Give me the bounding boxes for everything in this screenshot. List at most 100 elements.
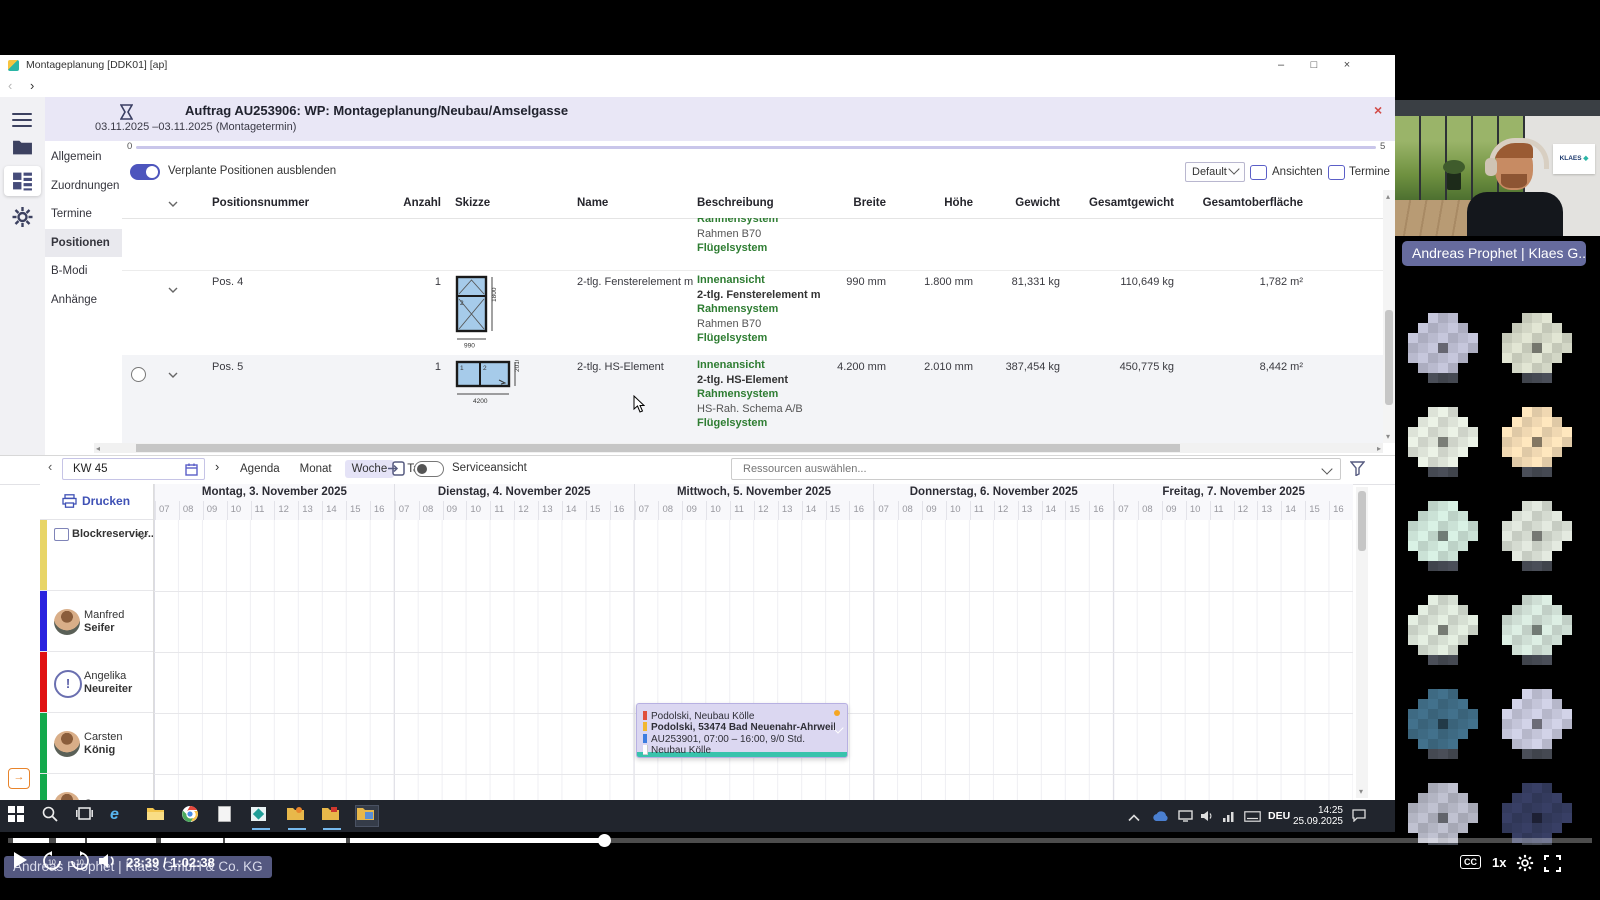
termine-button[interactable]: Termine bbox=[1349, 166, 1390, 178]
resource-row[interactable]: !AngelikaNeureiter bbox=[40, 652, 154, 713]
resource-row[interactable]: CarstenKönig bbox=[40, 713, 154, 774]
playback-speed[interactable]: 1x bbox=[1492, 855, 1506, 870]
sidebar-item-allgemein[interactable]: Allgemein bbox=[45, 143, 122, 171]
scroll-right-icon[interactable]: ▸ bbox=[1377, 444, 1381, 453]
scheduler-grid[interactable] bbox=[154, 520, 1353, 800]
view-woche[interactable]: Woche bbox=[345, 460, 395, 478]
view-dropdown[interactable]: Default bbox=[1185, 162, 1245, 182]
play-button[interactable] bbox=[14, 852, 27, 868]
fullscreen-icon[interactable] bbox=[1544, 855, 1561, 872]
ansichten-button[interactable]: Ansichten bbox=[1272, 166, 1323, 178]
scroll-down-icon[interactable]: ▾ bbox=[1359, 787, 1363, 796]
forward-icon[interactable]: › bbox=[30, 78, 34, 93]
klaes-app-4-icon[interactable] bbox=[356, 806, 378, 826]
resource-select[interactable] bbox=[731, 458, 1341, 480]
scroll-up-icon[interactable]: ▴ bbox=[1386, 192, 1390, 201]
resource-select-input[interactable] bbox=[741, 462, 1305, 476]
settings-gear-icon[interactable] bbox=[1516, 854, 1534, 872]
scroll-left-icon[interactable]: ◂ bbox=[96, 444, 100, 453]
column-header[interactable]: Beschreibung bbox=[697, 197, 774, 209]
scrollbar-thumb[interactable] bbox=[136, 444, 1180, 452]
onedrive-icon[interactable] bbox=[1152, 809, 1174, 829]
column-header[interactable]: Gewicht bbox=[1015, 197, 1060, 209]
forward-10-icon[interactable]: 10 bbox=[70, 851, 90, 871]
close-order-icon[interactable]: × bbox=[1374, 102, 1382, 118]
clock[interactable]: 14:2525.09.2025 bbox=[1293, 805, 1343, 827]
progress-played-segment[interactable] bbox=[87, 838, 156, 843]
column-header[interactable]: Höhe bbox=[944, 197, 973, 209]
calendar-vertical-scrollbar[interactable]: ▾ bbox=[1356, 487, 1368, 798]
resource-row[interactable]: Carmen bbox=[40, 774, 154, 800]
column-header[interactable]: Gesamtgewicht bbox=[1089, 197, 1174, 209]
termine-icon[interactable] bbox=[1328, 165, 1345, 180]
chrome-icon[interactable] bbox=[182, 806, 204, 826]
progress-played-segment[interactable] bbox=[56, 838, 85, 843]
column-header[interactable]: Name bbox=[577, 197, 608, 209]
keyboard-icon[interactable] bbox=[1244, 809, 1266, 829]
hamburger-icon[interactable] bbox=[12, 109, 32, 131]
chevron-up-icon[interactable] bbox=[1128, 809, 1150, 829]
sidebar-item-termine[interactable]: Termine bbox=[45, 200, 122, 228]
maximize-button[interactable]: □ bbox=[1301, 58, 1327, 74]
column-header[interactable]: Skizze bbox=[455, 197, 490, 209]
table-row[interactable]: RahmensystemRahmen B70Flügelsystem bbox=[122, 218, 1383, 271]
minimize-button[interactable]: – bbox=[1268, 58, 1294, 74]
scroll-down-icon[interactable]: ▾ bbox=[1386, 432, 1390, 441]
appointment-tooltip[interactable]: Podolski, Neubau KöllePodolski, 53474 Ba… bbox=[636, 703, 848, 758]
print-button[interactable]: Drucken bbox=[40, 484, 154, 520]
filter-icon[interactable] bbox=[1350, 461, 1365, 476]
grid-icon[interactable] bbox=[12, 171, 33, 191]
language-indicator[interactable]: DEU bbox=[1268, 810, 1290, 822]
volume-icon[interactable] bbox=[98, 853, 118, 869]
prev-week-icon[interactable]: ‹ bbox=[48, 459, 52, 474]
sidebar-item-anhänge[interactable]: Anhänge bbox=[45, 286, 122, 314]
next-week-icon[interactable]: › bbox=[215, 459, 219, 474]
network-icon[interactable] bbox=[1222, 809, 1244, 829]
table-vertical-scrollbar[interactable]: ▴ ▾ bbox=[1383, 190, 1395, 443]
klaes-app-2-icon[interactable] bbox=[286, 806, 308, 826]
sidebar-item-zuordnungen[interactable]: Zuordnungen bbox=[45, 172, 122, 200]
view-monat[interactable]: Monat bbox=[293, 460, 339, 478]
resource-row[interactable]: Blockreservier... bbox=[40, 520, 154, 591]
table-row[interactable]: Innenansicht2-tlg. Fensterelement mRahme… bbox=[122, 270, 1383, 356]
slide-out-icon[interactable]: → bbox=[8, 768, 30, 789]
captions-button[interactable]: CC bbox=[1460, 855, 1481, 869]
table-row[interactable]: Innenansicht2-tlg. HS-ElementRahmensyste… bbox=[122, 355, 1383, 443]
row-radio[interactable] bbox=[131, 367, 146, 382]
start-icon[interactable] bbox=[8, 806, 30, 826]
sidebar-item-b-modi[interactable]: B-Modi bbox=[45, 257, 122, 285]
display-icon[interactable] bbox=[1178, 809, 1200, 829]
sidebar-item-positionen[interactable]: Positionen bbox=[45, 229, 122, 257]
klaes-app-1-icon[interactable] bbox=[250, 806, 272, 826]
view-agenda[interactable]: Agenda bbox=[233, 460, 287, 478]
document-icon[interactable] bbox=[218, 806, 240, 826]
resource-row[interactable]: ManfredSeifer bbox=[40, 591, 154, 652]
collapse-all-icon[interactable] bbox=[168, 201, 178, 207]
search-icon[interactable] bbox=[42, 806, 64, 826]
progress-played-segment[interactable] bbox=[225, 838, 346, 843]
folder-icon[interactable] bbox=[12, 137, 33, 157]
ansichten-icon[interactable] bbox=[1250, 165, 1267, 180]
column-header[interactable]: Positionsnummer bbox=[212, 197, 309, 209]
task-view-icon[interactable] bbox=[76, 806, 98, 826]
week-input[interactable] bbox=[71, 462, 185, 476]
expand-row-icon[interactable] bbox=[168, 365, 178, 383]
back-icon[interactable]: ‹ bbox=[8, 78, 12, 93]
action-center-icon[interactable] bbox=[1352, 809, 1374, 829]
progress-played-segment[interactable] bbox=[350, 838, 600, 843]
calendar-icon[interactable] bbox=[185, 463, 198, 476]
expand-row-icon[interactable] bbox=[168, 280, 178, 298]
file-explorer-icon[interactable] bbox=[146, 806, 168, 826]
column-header[interactable]: Anzahl bbox=[403, 197, 441, 209]
rewind-10-icon[interactable]: 10 bbox=[42, 851, 62, 871]
goto-date-icon[interactable] bbox=[388, 461, 405, 476]
close-button[interactable]: × bbox=[1334, 58, 1360, 74]
progress-played-segment[interactable] bbox=[161, 838, 223, 843]
gear-icon[interactable] bbox=[12, 207, 33, 227]
service-view-toggle[interactable] bbox=[414, 461, 444, 477]
horizontal-scrollbar[interactable]: ◂ ▸ bbox=[94, 443, 1383, 453]
column-header[interactable]: Gesamtoberfläche bbox=[1203, 197, 1303, 209]
scrollbar-thumb[interactable] bbox=[1358, 491, 1366, 551]
scrollbar-thumb[interactable] bbox=[1385, 310, 1393, 405]
progress-played-segment[interactable] bbox=[13, 838, 49, 843]
